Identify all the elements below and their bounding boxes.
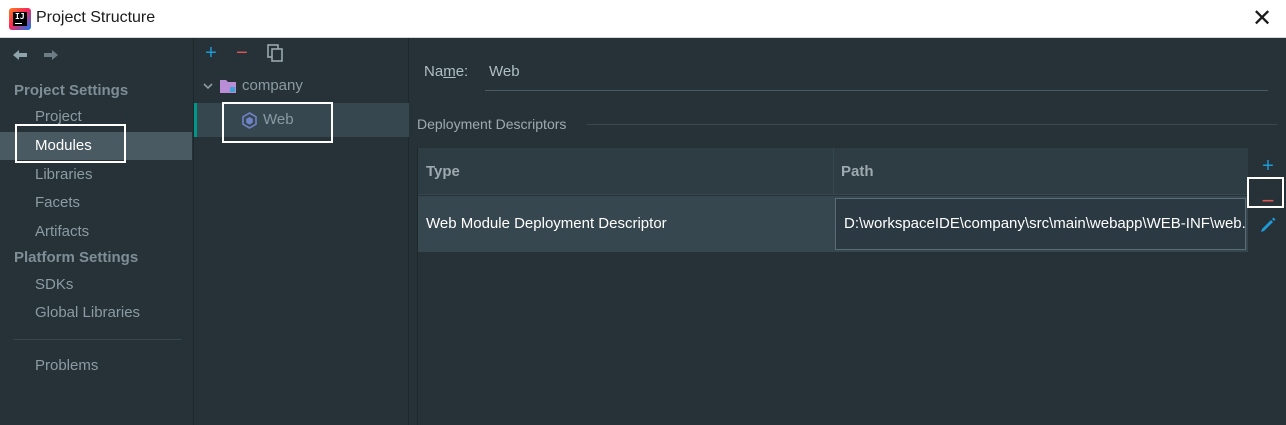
tree-label-company: company — [242, 77, 303, 94]
tree-node-web[interactable]: Web — [194, 103, 409, 137]
nav-item-facets[interactable]: Facets — [0, 189, 192, 217]
name-label-suffix: e: — [455, 63, 469, 80]
remove-descriptor-button[interactable]: − — [1250, 188, 1286, 218]
title-bar: IJ Project Structure ✕ — [0, 0, 1286, 38]
nav-item-sdks[interactable]: SDKs — [0, 271, 192, 299]
descriptor-type-cell[interactable]: Web Module Deployment Descriptor — [426, 215, 667, 232]
descriptor-path-value[interactable]: D:\workspaceIDE\company\src\main\webapp\… — [844, 215, 1245, 232]
nav-item-libraries[interactable]: Libraries — [0, 161, 192, 189]
platform-settings-header: Platform Settings — [14, 249, 139, 266]
remove-module-button[interactable]: − — [232, 43, 252, 63]
close-icon[interactable]: ✕ — [1250, 4, 1274, 34]
nav-divider — [14, 339, 182, 340]
chevron-down-icon[interactable] — [203, 81, 213, 91]
name-field-label: Name: — [424, 63, 468, 80]
name-label-prefix: Na — [424, 63, 444, 80]
nav-item-artifacts[interactable]: Artifacts — [0, 218, 192, 246]
copy-icon[interactable] — [265, 43, 285, 63]
nav-item-global-libraries[interactable]: Global Libraries — [0, 299, 192, 327]
column-separator[interactable] — [833, 148, 834, 195]
app-icon-text: IJ — [13, 12, 27, 26]
nav-item-project[interactable]: Project — [0, 103, 192, 131]
name-field-input[interactable]: Web — [489, 63, 520, 80]
table-row[interactable]: Web Module Deployment Descriptor D:\work… — [418, 196, 1248, 252]
settings-sidebar: Project Settings Project Modules Librari… — [0, 38, 192, 425]
column-header-path[interactable]: Path — [841, 163, 874, 180]
deployment-descriptors-table: Type Path Web Module Deployment Descript… — [417, 148, 1248, 425]
name-field-underline — [485, 90, 1268, 91]
pencil-icon[interactable] — [1259, 216, 1277, 234]
group-title-divider — [587, 124, 1277, 125]
deployment-descriptors-title: Deployment Descriptors — [417, 116, 567, 132]
intellij-app-icon: IJ — [9, 8, 31, 30]
arrow-left-icon[interactable] — [12, 47, 28, 63]
project-settings-header: Project Settings — [14, 82, 129, 99]
column-header-type[interactable]: Type — [426, 163, 460, 180]
descriptor-path-editor[interactable]: D:\workspaceIDE\company\src\main\webapp\… — [835, 198, 1246, 250]
tree-node-company[interactable]: company — [194, 69, 409, 103]
name-label-mnemonic: m — [443, 63, 456, 80]
add-descriptor-button[interactable]: + — [1250, 153, 1286, 183]
window-title: Project Structure — [36, 9, 156, 26]
folder-icon — [220, 80, 236, 93]
add-module-button[interactable]: + — [201, 43, 221, 63]
nav-item-modules[interactable]: Modules — [0, 132, 192, 160]
tree-label-web: Web — [263, 111, 294, 128]
module-detail-panel: Name: Web Deployment Descriptors Type Pa… — [410, 38, 1286, 425]
table-header: Type Path — [418, 148, 1248, 195]
web-module-icon — [242, 112, 257, 129]
nav-item-problems[interactable]: Problems — [0, 352, 192, 380]
arrow-right-icon[interactable] — [43, 47, 59, 63]
module-tree-panel: + − company Web — [193, 38, 409, 425]
descriptor-toolbar: + − — [1250, 148, 1286, 268]
